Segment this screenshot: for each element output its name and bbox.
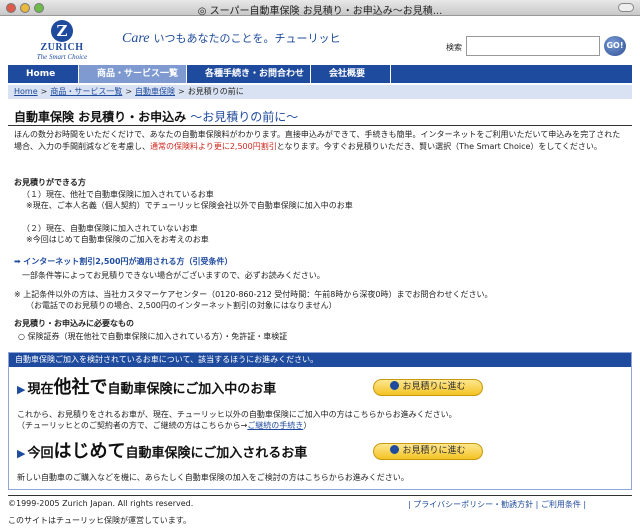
estimate-button-other-insurer[interactable]: お見積りに進む (373, 379, 483, 396)
required-heading: お見積り・お申込みに必要なもの (14, 319, 134, 328)
site-header: Z ZURICH The Smart Choice Care いつもあなたのことを… (0, 16, 640, 64)
tagline-text: いつもあなたのことを。チューリッヒ (153, 32, 341, 45)
breadcrumb-products[interactable]: 商品・サービス一覧 (50, 87, 122, 96)
intro-text-2: となります。今すぐお見積りいただき、賢い選択（The Smart Choice）… (276, 142, 602, 151)
triangle-right-icon: ▶ (17, 447, 26, 460)
nav-home[interactable]: Home (8, 65, 79, 83)
toolbar-toggle-button[interactable] (618, 3, 634, 12)
zurich-logo-icon: Z (51, 20, 73, 42)
page-title-sub: 〜お見積りの前に〜 (190, 110, 299, 124)
search-input[interactable] (466, 36, 600, 56)
discount-note: 一部条件等によってお見積りできない場合がございますので、必ずお読みください。 (22, 271, 325, 280)
arrow-right-icon: ➡ (14, 257, 21, 266)
cta-box: 自動車保険ご加入を検討されているお車について、該当するほうにお進みください。 ▶… (8, 352, 632, 490)
estimate-button-label: お見積りに進む (402, 382, 466, 392)
cta-row2-post: 自動車保険にご加入されるお車 (125, 446, 308, 461)
cta-row2-pre: 今回 (27, 446, 54, 461)
search-label: 検索 (446, 43, 462, 52)
nav-procedures[interactable]: 各種手続き・お問合わせ (187, 65, 311, 83)
breadcrumb-current: お見積りの前に (187, 87, 244, 96)
arrow-circle-icon (390, 381, 400, 390)
nav-company[interactable]: 会社概要 (311, 65, 391, 83)
estimate-button-first-time[interactable]: お見積りに進む (373, 443, 483, 460)
cta-row2-big: はじめて (53, 441, 126, 462)
cta-row2-description: 新しい自動車のご購入などを機に、あらたしく自動車保険の加入をご検討の方はこちらか… (17, 473, 409, 482)
zurich-logo[interactable]: Z ZURICH The Smart Choice (32, 20, 92, 61)
cta-row-other-insurer: ▶ 現在他社で自動車保険にご加入中のお車 (17, 373, 276, 399)
nav-products[interactable]: 商品・サービス一覧 (79, 65, 187, 83)
cta-row1-text-1: これから、お見積りをされるお車が、現在、チューリッヒ以外の自動車保険にご加入中の… (17, 410, 457, 419)
cta-row1-pre: 現在 (27, 382, 54, 397)
breadcrumb-home[interactable]: Home (14, 87, 38, 96)
site-operator: このサイトはチューリッヒ保険が運営しています。 (8, 516, 191, 525)
cta-row1-post: 自動車保険にご加入中のお車 (107, 382, 277, 397)
privacy-policy-link[interactable]: | プライバシーポリシー・勧誘方針 | ご利用条件 | (408, 500, 586, 509)
search-go-button[interactable]: GO! (604, 36, 626, 56)
cta-row1-big: 他社で (53, 377, 108, 398)
eligible-item-2-note: ※今回はじめて自動車保険のご加入をお考えのお車 (26, 235, 209, 244)
site-tagline: Care いつもあなたのことを。チューリッヒ (122, 30, 340, 47)
window-titlebar: ◎ スーパー自動車保険 お見積り・お申込み〜お見積... (0, 0, 640, 17)
cta-row1-description: これから、お見積りをされるお車が、現在、チューリッヒ以外の自動車保険にご加入中の… (17, 409, 457, 431)
cta-row1-text-2: （チューリッヒとのご契約者の方で、ご継続の方はこちらから→ (17, 421, 248, 430)
logo-name: ZURICH (40, 42, 84, 53)
page-title: 自動車保険 お見積り・お申込み 〜お見積りの前に〜 (14, 108, 298, 125)
tagline-care: Care (122, 31, 150, 46)
contact-condition-2: （お電話でのお見積りの場合、2,500円のインターネット割引の対象にはなりません… (26, 301, 337, 310)
window-title: ◎ スーパー自動車保険 お見積り・お申込み〜お見積... (197, 6, 443, 17)
discount-conditions: ➡ インターネット割引2,500円が適用される方（引受条件） (14, 256, 233, 268)
title-divider (8, 125, 632, 126)
triangle-right-icon: ▶ (17, 383, 26, 396)
footer-links: | プライバシーポリシー・勧誘方針 | ご利用条件 | (408, 499, 586, 510)
renewal-link[interactable]: ご継続の手続き (247, 421, 303, 430)
logo-tagline: The Smart Choice (36, 53, 88, 61)
required-item: ○ 保険証券（現在他社で自動車保険に加入されている方）・免許証・車検証 (18, 332, 288, 341)
page-title-main: 自動車保険 お見積り・お申込み (14, 110, 187, 124)
intro-discount-highlight: 通常の保険料より更に2,500円割引 (150, 142, 277, 151)
breadcrumb: Home > 商品・サービス一覧 > 自動車保険 > お見積りの前に (8, 85, 632, 99)
eligible-heading: お見積りができる方 (14, 178, 86, 187)
copyright: ©1999-2005 Zurich Japan. All rights rese… (8, 499, 194, 508)
discount-conditions-link[interactable]: インターネット割引2,500円が適用される方（引受条件） (23, 257, 232, 266)
main-nav: Home 商品・サービス一覧 各種手続き・お問合わせ 会社概要 (8, 65, 632, 83)
cta-header: 自動車保険ご加入を検討されているお車について、該当するほうにお進みください。 (9, 353, 631, 367)
eligible-item-1-note: ※現在、ご本人名義（個人契約）でチューリッヒ保険会社以外で自動車保険に加入中のお… (26, 201, 353, 210)
cta-row-first-time: ▶ 今回はじめて自動車保険にご加入されるお車 (17, 437, 307, 463)
breadcrumb-auto-insurance[interactable]: 自動車保険 (135, 87, 175, 96)
footer-divider (8, 495, 632, 496)
intro-paragraph: ほんの数分お時間をいただくだけで、あなたの自動車保険料がわかります。直接申込みが… (14, 129, 626, 153)
estimate-button-label: お見積りに進む (402, 446, 466, 456)
arrow-circle-icon (390, 445, 400, 454)
cta-row1-text-3: ） (303, 421, 312, 430)
